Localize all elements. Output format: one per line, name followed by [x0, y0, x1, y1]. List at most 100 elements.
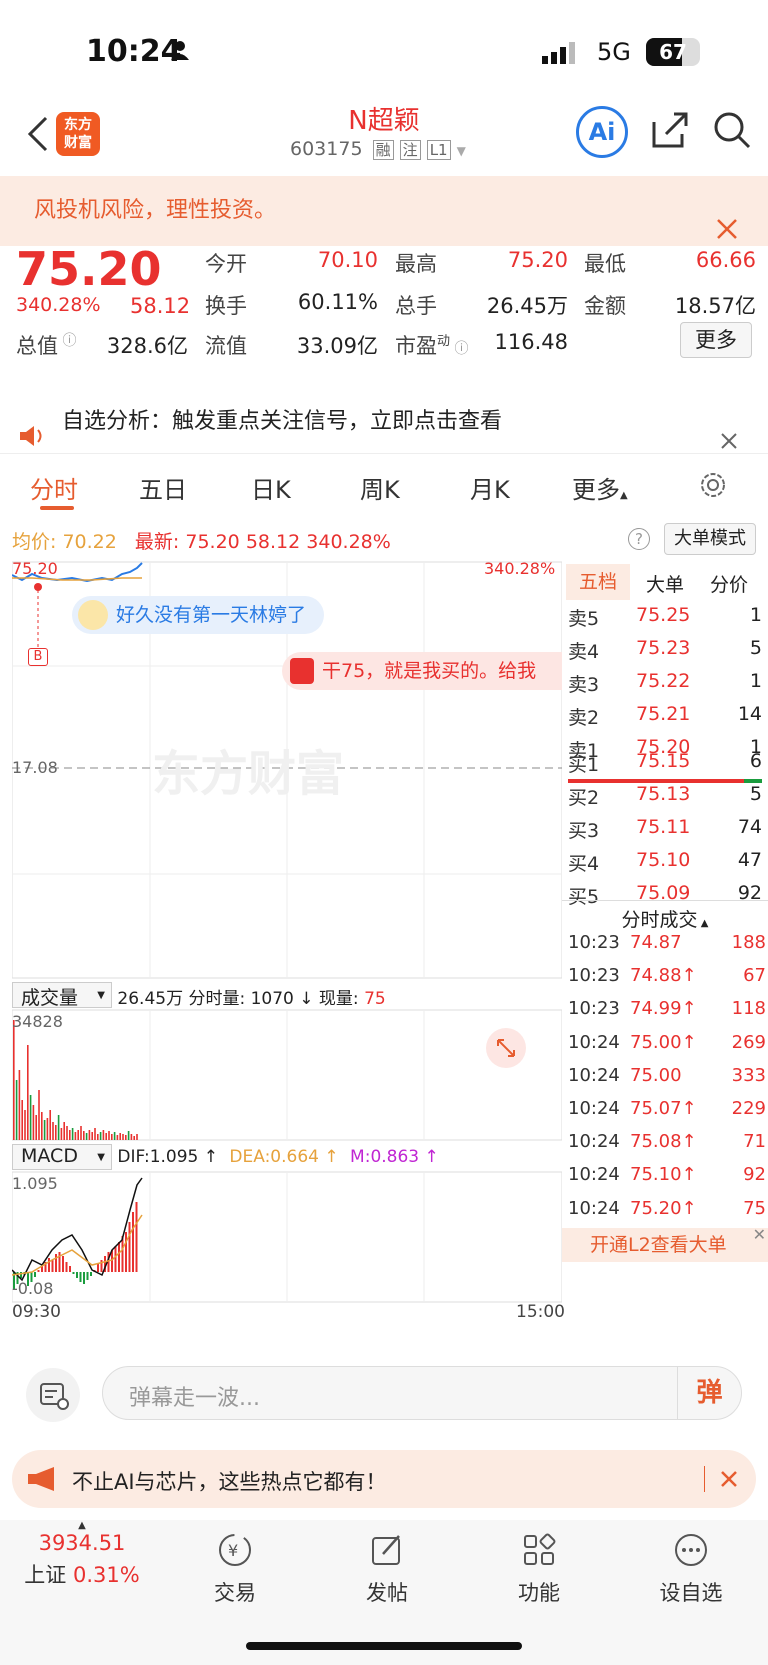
intraday-chart[interactable]: 东方财富 75.20 340.28% 17.08 B 好久没有第一天林婷了 干7…: [11, 559, 565, 1322]
tab-five-day[interactable]: 五日: [139, 470, 187, 505]
network-label: 5G: [597, 38, 631, 66]
macd-bar: [114, 1246, 117, 1272]
search-icon[interactable]: [712, 110, 752, 154]
volume-bar: [83, 1131, 85, 1140]
ask-row[interactable]: 卖5 75.25 1: [562, 604, 762, 636]
quote-panel: 75.20 340.28% 58.12 今开 70.10 最高 75.20 最低…: [0, 242, 768, 386]
volume-bar: [60, 1128, 63, 1140]
tab-daily-k[interactable]: 日K: [251, 470, 291, 505]
nav-post[interactable]: 发帖: [332, 1532, 442, 1607]
macd-bar: [58, 1252, 61, 1272]
trade-row: 10:23 74.87 188: [562, 932, 766, 966]
risk-banner: 风投机风险，理性投资。: [0, 176, 768, 246]
volume-value: 26.45万: [486, 294, 568, 318]
volume-bar: [63, 1122, 65, 1140]
more-button[interactable]: 更多: [680, 322, 752, 358]
bid-row[interactable]: 买2 75.13 5: [562, 783, 762, 815]
nav-add-watchlist[interactable]: 设自选: [636, 1532, 746, 1607]
trade-row: 10:24 75.07↑ 229: [562, 1098, 766, 1132]
macd-bar: [86, 1272, 89, 1280]
promo-text: 不止AI与芯片，这些热点它都有！: [72, 1470, 387, 1494]
macd-bar: [79, 1272, 82, 1282]
avg-value: 70.22: [62, 531, 117, 553]
level-price: 75.15: [636, 750, 691, 772]
level-qty: 74: [737, 816, 762, 838]
volume-bar: [32, 1105, 35, 1140]
amount-value: 18.57亿: [674, 294, 756, 318]
turnover-value: 60.11%: [297, 290, 378, 314]
volume-bar: [94, 1128, 96, 1140]
trade-price: 74.99↑: [630, 998, 697, 1020]
macd-bar: [90, 1272, 92, 1276]
high-label: 最高: [395, 252, 437, 276]
volume-bar: [52, 1122, 54, 1140]
bid-row[interactable]: 买3 75.11 74: [562, 816, 762, 848]
dropdown-icon[interactable]: ▼: [457, 144, 466, 158]
info-icon[interactable]: ⓘ: [58, 333, 76, 349]
bid-row[interactable]: 买4 75.10 47: [562, 849, 762, 881]
expand-icon[interactable]: [486, 1028, 526, 1068]
trade-time: 10:23: [568, 932, 620, 953]
tab-intraday[interactable]: 分时: [30, 470, 78, 505]
settings-icon[interactable]: [698, 470, 728, 504]
book-tab-big-orders[interactable]: 大单: [646, 570, 684, 597]
tab-weekly-k[interactable]: 周K: [360, 470, 400, 505]
stock-title[interactable]: N超颖: [300, 100, 468, 137]
help-icon[interactable]: ?: [628, 528, 650, 550]
danmu-bubble[interactable]: 干75，就是我买的。给我: [282, 652, 562, 690]
status-time: 10:24: [86, 34, 182, 69]
trades-header[interactable]: 分时成交 ▲: [562, 900, 768, 932]
promo-banner[interactable]: 不止AI与芯片，这些热点它都有！: [12, 1450, 756, 1508]
danmu-settings-icon[interactable]: [26, 1368, 80, 1422]
macd-bar: [55, 1254, 57, 1272]
volume-bar: [136, 1134, 138, 1140]
book-tab-five-levels[interactable]: 五档: [566, 564, 630, 600]
volume-bar: [69, 1130, 71, 1140]
trade-qty: 188: [731, 932, 766, 953]
macd-selector[interactable]: MACD ▼: [12, 1144, 112, 1170]
volume-bar: [24, 1110, 26, 1140]
tab-more[interactable]: 更多▲: [572, 470, 628, 505]
stock-code-row[interactable]: 603175 融 注 L1 ▼: [290, 138, 466, 160]
volume-bar: [102, 1130, 105, 1140]
danmu-input[interactable]: 弹幕走一波... 弹: [102, 1366, 742, 1420]
trade-row: 10:24 75.00 333: [562, 1065, 766, 1099]
volume-bar: [122, 1134, 124, 1140]
danmu-bubble[interactable]: 好久没有第一天林婷了: [72, 596, 325, 634]
tab-more-label: 更多: [572, 476, 620, 504]
volume-bar: [71, 1128, 74, 1140]
book-tab-price-dist[interactable]: 分价: [710, 570, 748, 597]
index-quote[interactable]: ▲ 3934.51 上证 0.31%: [20, 1520, 144, 1589]
volume-bar: [55, 1125, 57, 1140]
big-order-mode-button[interactable]: 大单模式: [664, 523, 756, 555]
buy-marker[interactable]: B: [28, 648, 48, 666]
analysis-notice[interactable]: 自选分析：触发重点关注信号，立即点击查看: [0, 390, 768, 454]
ask-row[interactable]: 卖3 75.22 1: [562, 670, 762, 702]
turnover-label: 换手: [205, 294, 247, 318]
l2-upsell[interactable]: 开通L2查看大单 ✕: [562, 1225, 768, 1262]
chart-base-price: 17.08: [12, 758, 58, 777]
volume-max-label: 34828: [12, 1012, 63, 1031]
tab-monthly-k[interactable]: 月K: [470, 470, 510, 505]
ask-row[interactable]: 卖2 75.21 14: [562, 703, 762, 735]
level-price: 75.13: [636, 783, 691, 805]
volume-bar: [130, 1134, 133, 1140]
danmu-send-button[interactable]: 弹: [677, 1367, 741, 1419]
nav-trade[interactable]: ¥ 交易: [180, 1532, 290, 1607]
trade-row: 10:24 75.20↑ 75: [562, 1198, 766, 1232]
share-icon[interactable]: [650, 110, 690, 154]
ask-row[interactable]: 卖4 75.23 5: [562, 637, 762, 669]
close-icon[interactable]: [720, 1470, 738, 1492]
home-indicator: [246, 1642, 522, 1650]
volume-selector[interactable]: 成交量 ▼: [12, 982, 112, 1009]
volume-bar: [119, 1133, 121, 1140]
close-icon[interactable]: ✕: [753, 1218, 766, 1252]
avatar: [78, 600, 108, 630]
grid-icon: [524, 1533, 556, 1565]
nav-functions[interactable]: 功能: [484, 1532, 594, 1607]
watermark: 东方财富: [152, 746, 344, 802]
tag-level: L1: [426, 140, 451, 160]
bid-row[interactable]: 买1 75.15 6: [562, 750, 762, 782]
back-icon[interactable]: [26, 116, 50, 156]
ai-button[interactable]: Ai: [576, 106, 628, 158]
